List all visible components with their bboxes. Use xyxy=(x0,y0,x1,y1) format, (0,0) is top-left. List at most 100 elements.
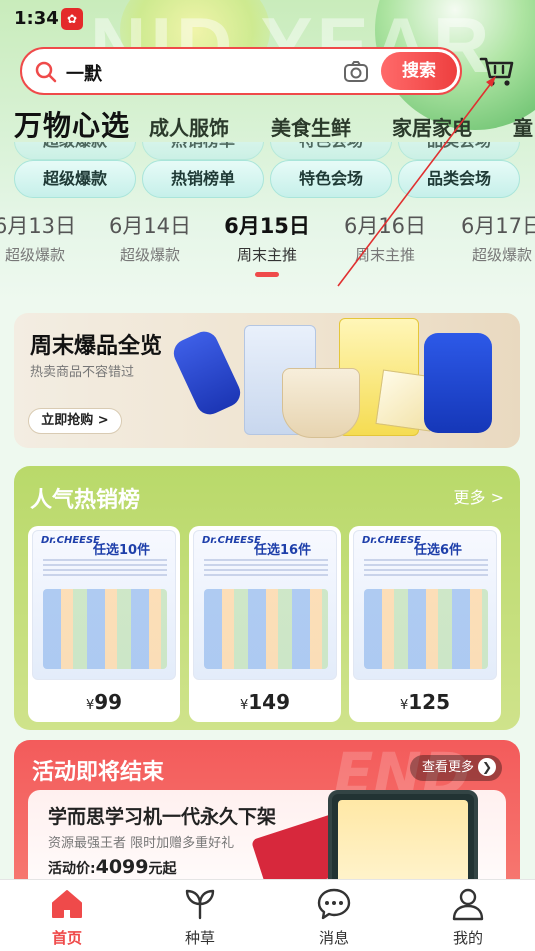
sprout-icon xyxy=(185,889,215,920)
product-thumbnails xyxy=(204,589,328,669)
product-brand: Dr.CHEESE xyxy=(41,535,101,546)
hot-sales-section: 人气热销榜 更多 > Dr.CHEESE 任选10件 ¥99 Dr.CHEESE… xyxy=(14,466,520,730)
date-tab-date: 6月17日 xyxy=(460,214,535,238)
product-image: Dr.CHEESE 任选6件 xyxy=(353,530,497,680)
category-logo[interactable]: 万物心选 xyxy=(14,104,130,144)
product-price: ¥149 xyxy=(189,690,341,714)
date-tab[interactable]: 6月16日 周末主推 xyxy=(326,210,444,265)
date-tab-sub: 超级爆款 xyxy=(471,246,532,264)
date-tab-date: 6月13日 xyxy=(0,214,77,238)
category-tab-food[interactable]: 美食生鲜 xyxy=(271,112,351,141)
currency-symbol: ¥ xyxy=(85,698,95,713)
product-price: ¥99 xyxy=(28,690,180,714)
home-icon xyxy=(52,890,82,918)
pill-hot-list[interactable]: 热销榜单 xyxy=(142,160,264,198)
pill-ghost: 品类会场 xyxy=(398,142,520,160)
product-thumbnails xyxy=(364,589,488,669)
date-tab[interactable]: 6月14日 超级爆款 xyxy=(91,210,209,265)
pill-row-ghost: 超级爆款 热销榜单 特色会场 品类会场 xyxy=(14,142,534,162)
pill-ghost: 特色会场 xyxy=(270,142,392,160)
date-tab-sub: 超级爆款 xyxy=(119,246,180,264)
date-tab-sub: 周末主推 xyxy=(236,246,297,264)
chevron-right-icon: ❯ xyxy=(478,758,496,776)
hot-sales-title: 人气热销榜 xyxy=(30,488,141,513)
promo-subtitle: 热卖商品不容错过 xyxy=(30,365,135,380)
product-tag: 任选6件 xyxy=(414,543,463,558)
promo-banner[interactable]: 周末爆品全览 热卖商品不容错过 立即抢购 > xyxy=(14,313,520,448)
camera-icon[interactable] xyxy=(342,58,370,86)
tab-grass-label: 种草 xyxy=(184,929,215,947)
pill-category-venue[interactable]: 品类会场 xyxy=(398,160,520,198)
status-time: 1:34 xyxy=(14,8,59,29)
app-notification-icon: ✿ xyxy=(61,8,83,30)
date-tab-date: 6月14日 xyxy=(108,214,192,238)
ending-more-label: 查看更多 xyxy=(421,760,474,775)
product-image-cup xyxy=(282,368,360,438)
category-tab-kids[interactable]: 童 xyxy=(513,112,533,141)
tab-home-label: 首页 xyxy=(51,929,82,947)
ending-soon-more-button[interactable]: 查看更多 ❯ xyxy=(409,755,502,781)
product-image-jar xyxy=(424,333,492,433)
promo-title: 周末爆品全览 xyxy=(30,334,163,359)
product-tag: 任选10件 xyxy=(93,543,151,558)
ending-soon-title: 活动即将结束 xyxy=(32,760,165,785)
ending-headline: 学而思学习机一代永久下架 xyxy=(48,806,277,828)
product-fineprint xyxy=(43,559,167,579)
product-brand: Dr.CHEESE xyxy=(202,535,262,546)
date-tab[interactable]: 6月17日 超级爆款 xyxy=(443,210,535,265)
search-button[interactable]: 搜索 xyxy=(381,52,457,90)
pill-special-venue[interactable]: 特色会场 xyxy=(270,160,392,198)
product-card[interactable]: Dr.CHEESE 任选10件 ¥99 xyxy=(28,526,180,722)
product-price-value: 125 xyxy=(408,690,451,714)
product-price: ¥125 xyxy=(349,690,501,714)
tab-profile-label: 我的 xyxy=(452,929,483,947)
pill-row: 超级爆款 热销榜单 特色会场 品类会场 xyxy=(14,160,534,200)
search-input[interactable]: 一默 xyxy=(66,60,102,86)
product-image: Dr.CHEESE 任选16件 xyxy=(193,530,337,680)
product-card[interactable]: Dr.CHEESE 任选6件 ¥125 xyxy=(349,526,501,722)
tab-messages[interactable]: 消息 xyxy=(284,886,384,948)
ending-price-suffix: 元起 xyxy=(148,861,177,877)
ending-price: 活动价:4099元起 xyxy=(48,856,177,878)
chat-icon xyxy=(317,888,351,920)
date-tab-date: 6月15日 xyxy=(224,214,310,238)
date-tab[interactable]: 6月13日 超级爆款 xyxy=(0,210,94,265)
promo-buy-button[interactable]: 立即抢购 > xyxy=(28,408,122,434)
date-tab-sub: 周末主推 xyxy=(354,246,415,264)
hot-sales-more-link[interactable]: 更多 > xyxy=(454,484,505,508)
product-tag: 任选16件 xyxy=(254,543,312,558)
product-thumbnails xyxy=(43,589,167,669)
product-price-value: 99 xyxy=(94,690,123,714)
category-nav: 万物心选 成人服饰 美食生鲜 家居家电 童 xyxy=(0,104,535,144)
tab-profile[interactable]: 我的 xyxy=(418,886,518,948)
pill-ghost: 热销榜单 xyxy=(142,142,264,160)
cart-icon[interactable] xyxy=(478,53,516,89)
date-tab-active[interactable]: 6月15日 周末主推 xyxy=(208,210,326,265)
ending-subline: 资源最强王者 限时加赠多重好礼 xyxy=(48,836,235,851)
product-fineprint xyxy=(204,559,328,579)
ending-price-value: 4099 xyxy=(95,856,149,878)
product-card[interactable]: Dr.CHEESE 任选16件 ¥149 xyxy=(189,526,341,722)
pill-ghost: 超级爆款 xyxy=(14,142,136,160)
tablet-screen xyxy=(338,800,468,890)
tab-home[interactable]: 首页 xyxy=(17,886,117,948)
product-brand: Dr.CHEESE xyxy=(362,535,422,546)
category-tab-home[interactable]: 家居家电 xyxy=(392,112,472,141)
ending-soon-section: END 活动即将结束 查看更多 ❯ 学而思学习机一代永久下架 资源最强王者 限时加… xyxy=(14,740,520,900)
product-fineprint xyxy=(364,559,488,579)
tab-grass[interactable]: 种草 xyxy=(150,886,250,948)
pill-super-hot[interactable]: 超级爆款 xyxy=(14,160,136,198)
product-image-bottle xyxy=(169,327,245,419)
status-bar: 1:34 ✿ xyxy=(0,0,535,36)
bottom-tab-bar: 首页 种草 消息 我的 xyxy=(0,879,535,951)
date-tab-sub: 超级爆款 xyxy=(4,246,65,264)
product-image: Dr.CHEESE 任选10件 xyxy=(32,530,176,680)
search-bar[interactable]: 一默 搜索 xyxy=(20,47,462,95)
ending-price-label: 活动价: xyxy=(48,861,96,877)
date-tab-date: 6月16日 xyxy=(343,214,427,238)
user-icon xyxy=(452,888,484,921)
product-price-value: 149 xyxy=(248,690,291,714)
tab-messages-label: 消息 xyxy=(318,929,349,947)
category-tab-apparel[interactable]: 成人服饰 xyxy=(149,112,229,141)
date-tab-indicator xyxy=(255,272,279,277)
